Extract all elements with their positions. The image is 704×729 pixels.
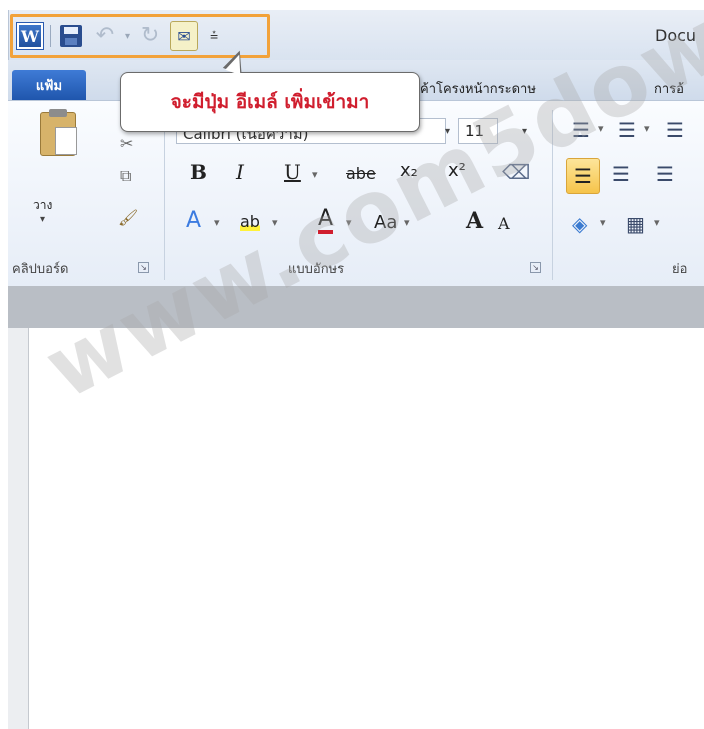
callout-text: จะมีปุ่ม อีเมล์ เพิ่มเข้ามา: [170, 91, 370, 113]
shading-dropdown-icon[interactable]: ▾: [600, 216, 606, 229]
borders-dropdown-icon[interactable]: ▾: [654, 216, 660, 229]
quick-access-toolbar: W ↶ ▾ ↻ ✉ ⩮: [16, 20, 218, 52]
paste-dropdown-icon[interactable]: ▾: [40, 214, 45, 225]
undo-icon: ↶: [95, 23, 115, 48]
paragraph-group-label: ย่อ: [672, 262, 688, 277]
undo-button[interactable]: ↶: [91, 22, 119, 50]
customize-toolbar-icon[interactable]: ⩮: [210, 28, 218, 44]
callout-bubble: จะมีปุ่ม อีเมล์ เพิ่มเข้ามา: [120, 72, 420, 132]
email-button[interactable]: ✉: [170, 21, 199, 51]
save-button[interactable]: [57, 22, 85, 50]
copy-icon[interactable]: ⧉: [120, 166, 131, 186]
paste-button-label[interactable]: วาง: [33, 196, 52, 215]
tab-file[interactable]: แฟ้ม: [12, 70, 86, 100]
clipboard-group-label: คลิปบอร์ด: [12, 262, 69, 277]
text-effects-dropdown-icon[interactable]: ▾: [214, 216, 220, 229]
toolbar-separator: [50, 25, 51, 47]
underline-dropdown-icon[interactable]: ▾: [312, 168, 318, 181]
multilevel-list-icon[interactable]: ☰: [666, 118, 684, 142]
redo-icon: ↻: [140, 23, 160, 48]
group-separator: [164, 110, 165, 280]
word-window: Docu W ↶ ▾ ↻ ✉ ⩮ แฟ้ม ค้าโครงหน้ากระดาษ …: [0, 0, 704, 729]
undo-dropdown-icon[interactable]: ▾: [125, 31, 130, 42]
format-painter-icon[interactable]: 🖌: [118, 208, 138, 227]
save-icon: [60, 25, 82, 47]
borders-icon[interactable]: ▦: [626, 212, 645, 236]
redo-button[interactable]: ↻: [136, 22, 164, 50]
align-center-icon[interactable]: ☰: [612, 162, 630, 186]
word-app-icon[interactable]: W: [16, 22, 44, 50]
text-effects-button[interactable]: A: [186, 208, 201, 233]
align-left-icon: ☰: [574, 164, 592, 188]
paste-icon[interactable]: [40, 109, 77, 156]
shrink-font-button[interactable]: A: [498, 214, 510, 233]
bold-button[interactable]: B: [190, 160, 207, 184]
font-launcher-icon[interactable]: ↘: [530, 262, 541, 273]
align-right-icon[interactable]: ☰: [656, 162, 674, 186]
document-left-margin: [8, 328, 28, 729]
italic-button[interactable]: I: [236, 160, 244, 184]
word-logo-icon: W: [17, 23, 43, 49]
cut-icon[interactable]: ✂: [120, 134, 133, 153]
shading-icon[interactable]: ◈: [572, 212, 587, 236]
email-icon: ✉: [170, 21, 199, 51]
underline-button[interactable]: U: [284, 160, 301, 184]
